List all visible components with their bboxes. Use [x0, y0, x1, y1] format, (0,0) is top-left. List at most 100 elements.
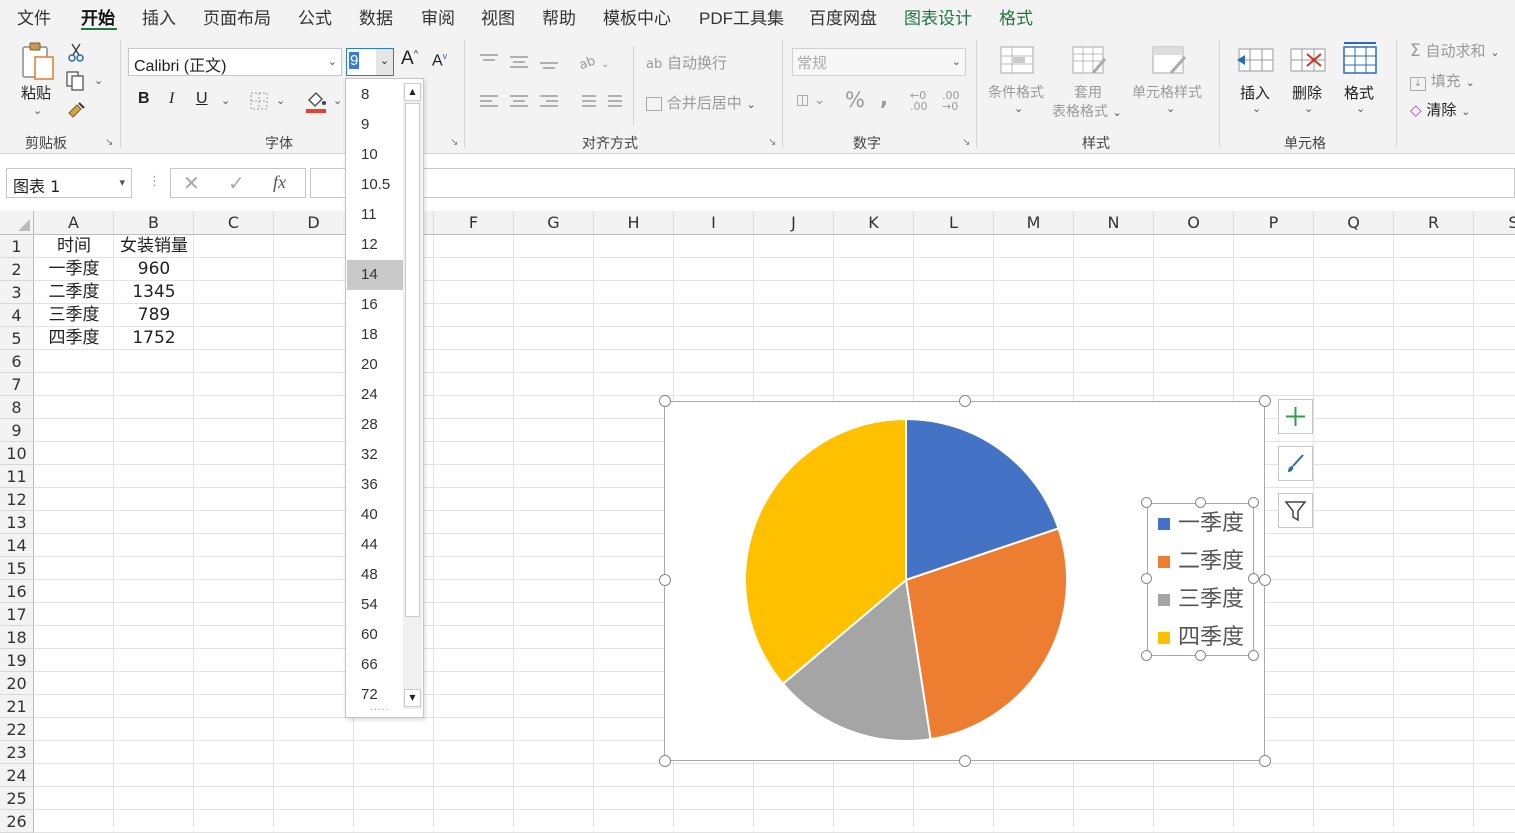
chart-styles-button[interactable] — [1278, 446, 1313, 481]
indent-icons[interactable] — [574, 90, 628, 114]
tab-chart-design[interactable]: 图表设计 — [904, 4, 972, 29]
vertical-align-icons[interactable] — [478, 50, 568, 74]
font-size-option[interactable]: 8 — [347, 80, 403, 110]
delete-cells-icon[interactable] — [1288, 44, 1328, 78]
resize-handle[interactable] — [1141, 650, 1152, 661]
cell-styles-label[interactable]: 单元格样式 — [1132, 82, 1202, 102]
column-header-N[interactable]: N — [1074, 211, 1154, 235]
dialog-launcher-icon[interactable]: ↘ — [450, 137, 458, 148]
conditional-format-label[interactable]: 条件格式 — [988, 82, 1044, 102]
insert-function-icon[interactable]: fx — [273, 172, 286, 193]
underline-button[interactable]: U — [196, 90, 208, 108]
tab-home[interactable]: 开始 — [81, 4, 115, 29]
format-cells-label[interactable]: 格式 — [1344, 82, 1374, 103]
font-size-option[interactable]: 40 — [347, 500, 403, 530]
font-size-option[interactable]: 28 — [347, 410, 403, 440]
tab-file[interactable]: 文件 — [17, 4, 51, 29]
formula-input[interactable] — [310, 168, 1515, 198]
table-cell[interactable]: 三季度 — [34, 304, 114, 327]
dialog-launcher-icon[interactable]: ↘ — [962, 137, 970, 148]
table-cell[interactable]: 1345 — [114, 281, 194, 304]
font-size-option[interactable]: 48 — [347, 560, 403, 590]
cut-icon[interactable] — [66, 42, 86, 62]
chevron-down-icon[interactable]: ⌄ — [94, 74, 103, 87]
column-header-G[interactable]: G — [514, 211, 594, 235]
column-header-S[interactable]: S — [1474, 211, 1515, 235]
row-header-18[interactable]: 18 — [0, 626, 34, 649]
resize-handle[interactable] — [1259, 755, 1271, 767]
paste-icon[interactable] — [18, 40, 58, 82]
column-header-J[interactable]: J — [754, 211, 834, 235]
tab-template-center[interactable]: 模板中心 — [603, 4, 671, 29]
conditional-format-icon[interactable] — [998, 44, 1036, 78]
resize-handle[interactable] — [1248, 650, 1259, 661]
autosum-button[interactable]: Σ 自动求和 ⌄ — [1410, 40, 1500, 61]
resize-handle[interactable] — [1195, 650, 1206, 661]
row-header-12[interactable]: 12 — [0, 488, 34, 511]
row-header-26[interactable]: 26 — [0, 810, 34, 833]
resize-handle[interactable] — [959, 395, 971, 407]
cell-styles-icon[interactable] — [1150, 44, 1190, 78]
chevron-down-icon[interactable]: ⌄ — [1252, 102, 1261, 115]
table-format-icon[interactable] — [1070, 44, 1110, 78]
font-size-option[interactable]: 16 — [347, 290, 403, 320]
row-header-10[interactable]: 10 — [0, 442, 34, 465]
header-cell[interactable]: 时间 — [34, 235, 114, 258]
column-header-Q[interactable]: Q — [1314, 211, 1394, 235]
font-size-option[interactable]: 12 — [347, 230, 403, 260]
paste-label[interactable]: 粘贴 — [21, 82, 51, 103]
chevron-down-icon[interactable]: ⌄ — [33, 104, 42, 117]
font-size-option[interactable]: 66 — [347, 650, 403, 680]
table-format-label-line2[interactable]: 表格格式 ⌄ — [1052, 101, 1122, 121]
resize-handle[interactable] — [659, 395, 671, 407]
merge-center-button[interactable]: 合并后居中 ⌄ — [646, 92, 756, 113]
table-cell[interactable]: 一季度 — [34, 258, 114, 281]
chevron-down-icon[interactable]: ⌄ — [1490, 46, 1499, 59]
column-header-L[interactable]: L — [914, 211, 994, 235]
row-header-5[interactable]: 5 — [0, 327, 34, 350]
row-header-19[interactable]: 19 — [0, 649, 34, 672]
name-box[interactable]: 图表 1 ▾ — [6, 168, 132, 198]
table-cell[interactable]: 二季度 — [34, 281, 114, 304]
row-header-21[interactable]: 21 — [0, 695, 34, 718]
dialog-launcher-icon[interactable]: ↘ — [105, 137, 113, 148]
italic-button[interactable]: I — [169, 90, 174, 108]
border-icon[interactable] — [248, 90, 270, 112]
tab-review[interactable]: 审阅 — [421, 4, 455, 29]
tab-page-layout[interactable]: 页面布局 — [203, 4, 271, 29]
row-header-25[interactable]: 25 — [0, 787, 34, 810]
scroll-down-icon[interactable]: ▼ — [404, 689, 421, 707]
resize-handle[interactable] — [1141, 497, 1152, 508]
column-header-I[interactable]: I — [674, 211, 754, 235]
column-header-O[interactable]: O — [1154, 211, 1234, 235]
font-size-option[interactable]: 9 — [347, 110, 403, 140]
row-header-13[interactable]: 13 — [0, 511, 34, 534]
format-painter-icon[interactable] — [64, 98, 88, 122]
resize-handle[interactable] — [1195, 497, 1206, 508]
dropdown-scrollbar[interactable]: ▲ ▼ — [403, 83, 422, 709]
column-header-K[interactable]: K — [834, 211, 914, 235]
legend-item[interactable]: 二季度 — [1158, 543, 1244, 575]
row-header-7[interactable]: 7 — [0, 373, 34, 396]
font-size-option[interactable]: 44 — [347, 530, 403, 560]
chevron-down-icon[interactable]: ⌄ — [1112, 106, 1121, 119]
enter-icon[interactable]: ✓ — [228, 171, 245, 195]
chevron-down-icon[interactable]: ⌄ — [1466, 76, 1475, 89]
font-size-option[interactable]: 36 — [347, 470, 403, 500]
insert-cells-icon[interactable] — [1236, 44, 1276, 78]
tab-help[interactable]: 帮助 — [542, 4, 576, 29]
select-all-corner[interactable] — [0, 211, 34, 235]
chevron-down-icon[interactable]: ⌄ — [747, 98, 756, 111]
row-header-14[interactable]: 14 — [0, 534, 34, 557]
row-header-2[interactable]: 2 — [0, 258, 34, 281]
row-header-9[interactable]: 9 — [0, 419, 34, 442]
tab-view[interactable]: 视图 — [481, 4, 515, 29]
font-size-input[interactable]: 9 ⌄ — [346, 48, 394, 76]
font-size-option[interactable]: 24 — [347, 380, 403, 410]
resize-handle[interactable] — [659, 755, 671, 767]
delete-cells-label[interactable]: 删除 — [1292, 82, 1322, 103]
resize-handle[interactable] — [659, 574, 671, 586]
resize-handle[interactable] — [1248, 573, 1259, 584]
resize-handle[interactable] — [1259, 574, 1271, 586]
chevron-down-icon[interactable]: ⌄ — [376, 49, 393, 75]
